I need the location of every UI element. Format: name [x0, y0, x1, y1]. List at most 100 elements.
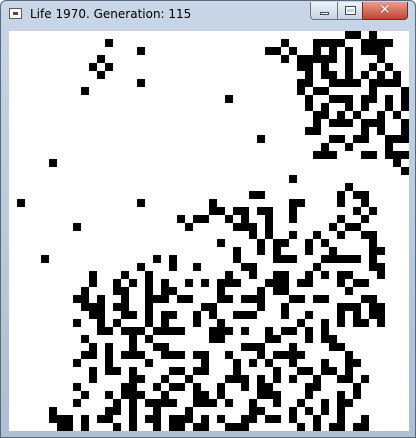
live-cell[interactable] [329, 343, 337, 351]
live-cell[interactable] [377, 319, 385, 327]
live-cell[interactable] [193, 423, 201, 431]
live-cell[interactable] [369, 311, 377, 319]
live-cell[interactable] [393, 79, 401, 87]
live-cell[interactable] [305, 311, 313, 319]
live-cell[interactable] [305, 71, 313, 79]
live-cell[interactable] [161, 375, 169, 383]
live-cell[interactable] [345, 359, 353, 367]
live-cell[interactable] [369, 151, 377, 159]
live-cell[interactable] [369, 239, 377, 247]
live-cell[interactable] [81, 335, 89, 343]
live-cell[interactable] [273, 255, 281, 263]
live-cell[interactable] [209, 327, 217, 335]
live-cell[interactable] [217, 319, 225, 327]
live-cell[interactable] [377, 119, 385, 127]
live-cell[interactable] [257, 247, 265, 255]
live-cell[interactable] [369, 263, 377, 271]
live-cell[interactable] [153, 295, 161, 303]
live-cell[interactable] [89, 311, 97, 319]
live-cell[interactable] [129, 367, 137, 375]
live-cell[interactable] [369, 39, 377, 47]
live-cell[interactable] [369, 303, 377, 311]
live-cell[interactable] [169, 327, 177, 335]
live-cell[interactable] [241, 327, 249, 335]
live-cell[interactable] [305, 127, 313, 135]
live-cell[interactable] [345, 63, 353, 71]
live-cell[interactable] [225, 351, 233, 359]
live-cell[interactable] [97, 55, 105, 63]
live-cell[interactable] [289, 295, 297, 303]
live-cell[interactable] [385, 95, 393, 103]
live-cell[interactable] [153, 343, 161, 351]
live-cell[interactable] [41, 255, 49, 263]
live-cell[interactable] [233, 207, 241, 215]
live-cell[interactable] [345, 271, 353, 279]
live-cell[interactable] [177, 367, 185, 375]
live-cell[interactable] [105, 415, 113, 423]
live-cell[interactable] [345, 31, 353, 39]
live-cell[interactable] [193, 311, 201, 319]
live-cell[interactable] [105, 343, 113, 351]
live-cell[interactable] [249, 407, 257, 415]
live-cell[interactable] [321, 319, 329, 327]
live-cell[interactable] [361, 215, 369, 223]
live-cell[interactable] [193, 263, 201, 271]
live-cell[interactable] [289, 231, 297, 239]
live-cell[interactable] [121, 303, 129, 311]
live-cell[interactable] [273, 279, 281, 287]
live-cell[interactable] [305, 335, 313, 343]
live-cell[interactable] [193, 319, 201, 327]
live-cell[interactable] [377, 271, 385, 279]
live-cell[interactable] [289, 175, 297, 183]
live-cell[interactable] [257, 135, 265, 143]
live-cell[interactable] [201, 279, 209, 287]
live-cell[interactable] [289, 199, 297, 207]
live-cell[interactable] [321, 327, 329, 335]
live-cell[interactable] [233, 311, 241, 319]
live-cell[interactable] [161, 391, 169, 399]
live-cell[interactable] [361, 191, 369, 199]
live-cell[interactable] [265, 327, 273, 335]
live-cell[interactable] [369, 79, 377, 87]
live-cell[interactable] [129, 311, 137, 319]
live-cell[interactable] [321, 63, 329, 71]
live-cell[interactable] [105, 391, 113, 399]
live-cell[interactable] [273, 271, 281, 279]
live-cell[interactable] [289, 407, 297, 415]
live-cell[interactable] [361, 95, 369, 103]
live-cell[interactable] [73, 399, 81, 407]
live-cell[interactable] [201, 391, 209, 399]
live-cell[interactable] [369, 295, 377, 303]
live-cell[interactable] [329, 223, 337, 231]
live-cell[interactable] [217, 239, 225, 247]
live-cell[interactable] [169, 423, 177, 431]
live-cell[interactable] [337, 399, 345, 407]
live-cell[interactable] [281, 327, 289, 335]
live-cell[interactable] [113, 279, 121, 287]
live-cell[interactable] [105, 39, 113, 47]
live-cell[interactable] [313, 263, 321, 271]
live-cell[interactable] [129, 279, 137, 287]
live-cell[interactable] [273, 367, 281, 375]
live-cell[interactable] [49, 415, 57, 423]
live-cell[interactable] [217, 207, 225, 215]
live-cell[interactable] [337, 271, 345, 279]
live-cell[interactable] [337, 415, 345, 423]
live-cell[interactable] [313, 39, 321, 47]
live-cell[interactable] [353, 255, 361, 263]
live-cell[interactable] [369, 63, 377, 71]
live-cell[interactable] [281, 271, 289, 279]
live-cell[interactable] [321, 239, 329, 247]
live-cell[interactable] [241, 375, 249, 383]
live-cell[interactable] [241, 383, 249, 391]
live-cell[interactable] [337, 191, 345, 199]
live-cell[interactable] [337, 407, 345, 415]
live-cell[interactable] [289, 359, 297, 367]
live-cell[interactable] [265, 359, 273, 367]
live-cell[interactable] [137, 263, 145, 271]
live-cell[interactable] [345, 47, 353, 55]
cell-grid[interactable] [9, 31, 409, 431]
live-cell[interactable] [249, 311, 257, 319]
live-cell[interactable] [361, 231, 369, 239]
live-cell[interactable] [329, 55, 337, 63]
